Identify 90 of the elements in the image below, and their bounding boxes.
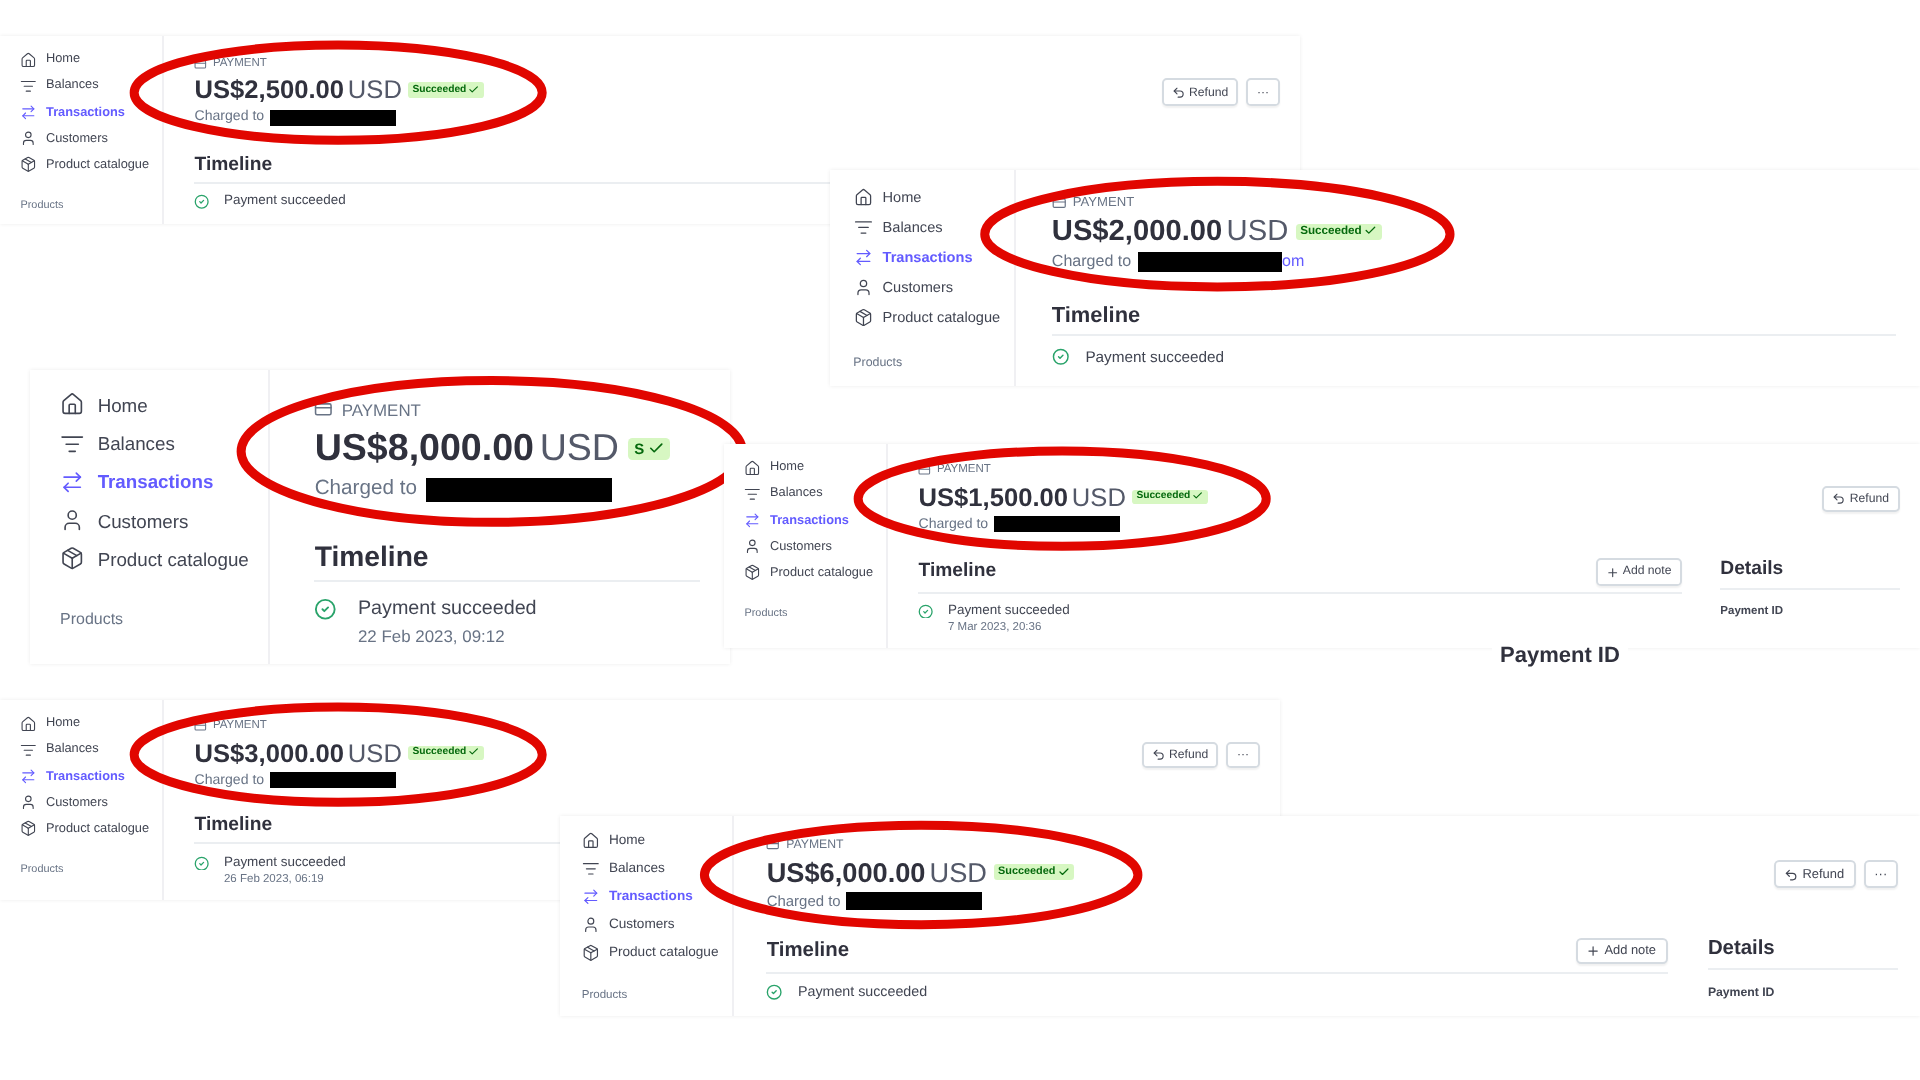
nav-icon: [60, 392, 85, 417]
section-heading: Timeline: [1051, 303, 1141, 328]
nav-icon: [853, 277, 873, 297]
sidebar-item[interactable]: Transactions: [60, 469, 214, 495]
nav-icon: [20, 794, 38, 811]
currency-label: USD: [539, 426, 619, 471]
card-icon: [918, 464, 932, 478]
charged-to-label: Charged to: [1051, 252, 1132, 271]
nav-icon: [20, 103, 38, 121]
nav-icon: [853, 187, 873, 207]
currency-label: USD: [929, 857, 987, 888]
section-heading: Details: [1707, 937, 1899, 970]
nav-icon: [744, 459, 762, 476]
event-date: 22 Feb 2023, 09:12: [357, 626, 507, 647]
payment-amount: US$1,500.00: [918, 481, 1068, 512]
section-heading: Timeline: [918, 560, 997, 583]
undo-icon: [1152, 748, 1166, 762]
email-link[interactable]: om: [1282, 252, 1305, 271]
undo-icon: [1784, 867, 1799, 882]
section-heading: Timeline: [766, 940, 850, 963]
payment-amount: US$8,000.00: [314, 426, 534, 471]
payment-amount: US$6,000.00: [766, 857, 926, 888]
nav-icon: [60, 469, 85, 495]
section-heading: Timeline: [194, 153, 273, 176]
success-icon: [1051, 348, 1070, 366]
payment-amount: US$3,000.00: [194, 737, 344, 768]
currency-label: USD: [347, 74, 402, 105]
nav-icon: [581, 860, 600, 878]
nav-icon: [853, 247, 873, 267]
nav-icon: [20, 130, 38, 147]
nav-icon: [581, 888, 600, 906]
nav-icon: [20, 741, 38, 759]
nav-icon: [744, 511, 762, 529]
nav-icon: [20, 820, 38, 837]
currency-label: USD: [347, 737, 402, 768]
check-icon: [468, 746, 480, 759]
nav-icon: [20, 51, 38, 68]
sidebar-item[interactable]: Home: [60, 392, 148, 417]
card-icon: [194, 57, 208, 71]
nav-icon: [20, 77, 38, 95]
nav-icon: [581, 915, 600, 934]
nav-icon: [744, 485, 762, 503]
check-icon: [1192, 490, 1204, 503]
card-icon: [766, 838, 781, 853]
event-text: Payment succeeded: [357, 598, 537, 621]
nav-icon: [60, 546, 85, 572]
section-heading: Timeline: [194, 814, 273, 837]
success-icon: [194, 193, 210, 210]
redaction-block: [993, 516, 1121, 533]
charged-to-label: Charged to: [314, 478, 417, 501]
section-heading: Details: [1720, 558, 1900, 591]
success-icon: [766, 984, 784, 1001]
check-icon: [468, 84, 480, 96]
nav-icon: [20, 715, 38, 732]
nav-icon: [744, 564, 762, 581]
check-icon: [647, 440, 664, 457]
redaction-block: [269, 772, 397, 789]
sidebar-item[interactable]: Customers: [60, 508, 189, 533]
undo-icon: [1832, 492, 1847, 506]
success-icon: [314, 598, 338, 621]
nav-icon: [20, 156, 38, 173]
undo-icon: [1172, 85, 1186, 99]
check-icon: [1364, 224, 1377, 238]
section-heading: Timeline: [314, 539, 429, 572]
currency-label: USD: [1226, 215, 1289, 248]
nav-icon: [581, 943, 600, 962]
nav-icon: [581, 832, 600, 850]
payment-amount: US$2,500.00: [194, 74, 344, 105]
field-heading: Payment ID: [1492, 644, 1628, 668]
sidebar-item[interactable]: Balances: [60, 431, 175, 456]
nav-icon: [853, 217, 873, 237]
success-icon: [918, 603, 934, 619]
payment-amount: US$2,000.00: [1051, 215, 1223, 248]
sidebar-item[interactable]: Product catalogue: [60, 546, 249, 572]
nav-icon: [60, 431, 85, 456]
nav-icon: [60, 508, 85, 533]
redaction-block: [269, 109, 397, 127]
nav-icon: [853, 307, 873, 327]
check-icon: [1057, 866, 1070, 879]
card-icon: [314, 400, 334, 420]
payment-label: PAYMENT: [341, 400, 421, 421]
card-icon: [1051, 195, 1067, 211]
plus-icon: [1586, 944, 1601, 959]
currency-label: USD: [1071, 481, 1126, 512]
redaction-block: [846, 891, 982, 910]
plus-icon: [1605, 565, 1620, 579]
card-icon: [194, 720, 208, 734]
nav-icon: [744, 538, 762, 555]
success-icon: [194, 855, 210, 871]
nav-icon: [20, 767, 38, 785]
